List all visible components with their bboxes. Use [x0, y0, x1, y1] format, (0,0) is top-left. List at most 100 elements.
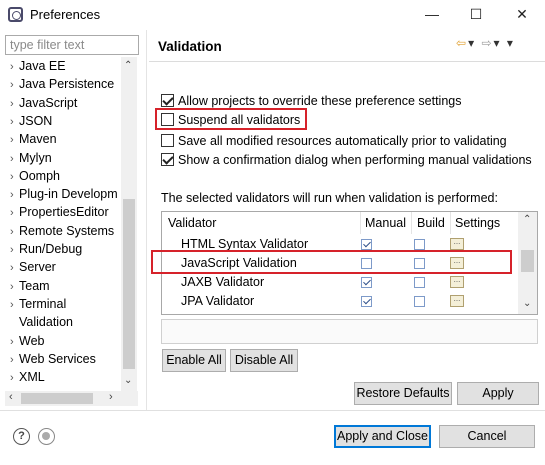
oomph-record-icon[interactable] — [38, 428, 55, 445]
save-resources-checkbox[interactable] — [161, 134, 174, 147]
tree-item-validation[interactable]: Validation — [5, 313, 125, 331]
tree-item-maven[interactable]: › Maven — [5, 130, 125, 148]
expand-chevron-icon[interactable]: › — [5, 186, 19, 203]
tree-item-javascript[interactable]: › JavaScript — [5, 94, 125, 112]
tree-item-label: Remote Systems — [19, 223, 115, 238]
eclipse-app-icon — [8, 7, 23, 22]
settings-button[interactable]: ... — [450, 238, 464, 250]
validator-name: JPA Validator — [181, 294, 255, 308]
tree-item-label: Server — [19, 260, 56, 275]
column-build[interactable]: Build — [417, 216, 445, 230]
apply-and-close-button[interactable]: Apply and Close — [334, 425, 431, 448]
expand-chevron-icon[interactable]: › — [5, 113, 19, 130]
close-button[interactable]: ✕ — [500, 2, 544, 26]
cancel-button[interactable]: Cancel — [439, 425, 535, 448]
expand-chevron-icon[interactable]: › — [5, 168, 19, 185]
tree-item-label: PropertiesEditor — [19, 205, 109, 220]
tree-item-label: JSON — [19, 113, 53, 128]
tree-item-xml[interactable]: › XML — [5, 368, 125, 386]
table-row[interactable]: JPA Validator ... — [162, 292, 518, 311]
tree-hscroll-thumb[interactable] — [21, 393, 93, 404]
forward-menu-icon[interactable]: ▾ — [494, 36, 502, 50]
tree-item-label: Web — [19, 333, 45, 348]
apply-button[interactable]: Apply — [457, 382, 539, 405]
tree-vertical-scrollbar[interactable]: ⌃ ⌄ — [121, 57, 137, 391]
tree-item-java-persistence[interactable]: › Java Persistence — [5, 75, 125, 93]
tree-scroll-thumb[interactable] — [123, 199, 135, 369]
scroll-left-icon[interactable]: ‹ — [9, 391, 13, 403]
scroll-right-icon[interactable]: › — [109, 391, 113, 403]
build-checkbox[interactable] — [414, 239, 425, 250]
column-validator[interactable]: Validator — [168, 216, 216, 230]
expand-chevron-icon[interactable]: › — [5, 76, 19, 93]
tree-item-server[interactable]: › Server — [5, 258, 125, 276]
manual-checkbox[interactable] — [361, 239, 372, 250]
tree-item-web[interactable]: › Web — [5, 332, 125, 350]
tree-item-oomph[interactable]: › Oomph — [5, 167, 125, 185]
manual-checkbox[interactable] — [361, 277, 372, 288]
build-checkbox[interactable] — [414, 296, 425, 307]
tree-item-label: Validation — [19, 315, 73, 330]
help-icon[interactable]: ? — [13, 428, 30, 445]
expand-chevron-icon[interactable]: › — [5, 241, 19, 258]
build-checkbox[interactable] — [414, 277, 425, 288]
tree-item-label: JavaScript — [19, 95, 78, 110]
sash-divider[interactable] — [146, 30, 147, 410]
tree-horizontal-scrollbar[interactable]: ‹ › — [5, 391, 138, 406]
table-row[interactable]: JAXB Validator ... — [162, 273, 518, 292]
expand-chevron-icon[interactable]: › — [5, 259, 19, 276]
tree-item-run-debug[interactable]: › Run/Debug — [5, 240, 125, 258]
manual-checkbox[interactable] — [361, 296, 372, 307]
scroll-down-icon[interactable]: ⌄ — [124, 375, 132, 386]
column-settings[interactable]: Settings — [455, 216, 500, 230]
tree-item-remote-systems[interactable]: › Remote Systems — [5, 222, 125, 240]
enable-all-button[interactable]: Enable All — [162, 349, 226, 372]
column-manual[interactable]: Manual — [365, 216, 406, 230]
tree-item-plug-in-developm[interactable]: › Plug-in Developm — [5, 185, 125, 203]
scroll-down-icon[interactable]: ⌄ — [523, 298, 531, 309]
tree-item-propertieseditor[interactable]: › PropertiesEditor — [5, 203, 125, 221]
tree-item-team[interactable]: › Team — [5, 277, 125, 295]
validator-description-box — [161, 319, 538, 344]
minimize-button[interactable]: — — [410, 2, 454, 26]
forward-arrow-icon[interactable]: ⇨ — [481, 36, 493, 50]
tree-item-json[interactable]: › JSON — [5, 112, 125, 130]
table-scroll-thumb[interactable] — [521, 250, 534, 272]
restore-defaults-button[interactable]: Restore Defaults — [354, 382, 452, 405]
allow-override-checkbox[interactable] — [161, 94, 174, 107]
expand-chevron-icon[interactable]: › — [5, 296, 19, 313]
scroll-up-icon[interactable]: ⌃ — [523, 214, 531, 225]
expand-chevron-icon[interactable]: › — [5, 58, 19, 75]
view-menu-icon[interactable]: ▾ — [507, 36, 515, 50]
tree-item-java-ee[interactable]: › Java EE — [5, 57, 125, 75]
settings-button[interactable]: ... — [450, 276, 464, 288]
expand-chevron-icon[interactable]: › — [5, 369, 19, 386]
settings-button[interactable]: ... — [450, 295, 464, 307]
tree-item-web-services[interactable]: › Web Services — [5, 350, 125, 368]
filter-input[interactable]: type filter text — [5, 35, 139, 55]
expand-chevron-icon[interactable]: › — [5, 223, 19, 240]
tree-item-label: Terminal — [19, 296, 67, 311]
expand-chevron-icon[interactable]: › — [5, 150, 19, 167]
expand-chevron-icon[interactable]: › — [5, 333, 19, 350]
highlight-javascript-row-box — [151, 250, 512, 274]
confirm-dialog-option[interactable]: Show a confirmation dialog when performi… — [161, 151, 532, 169]
table-scrollbar[interactable]: ⌃ ⌄ — [518, 212, 537, 314]
expand-chevron-icon[interactable]: › — [5, 95, 19, 112]
tree-item-mylyn[interactable]: › Mylyn — [5, 149, 125, 167]
validator-name: JAXB Validator — [181, 275, 265, 289]
confirm-dialog-checkbox[interactable] — [161, 153, 174, 166]
scroll-up-icon[interactable]: ⌃ — [124, 60, 132, 71]
page-nav: ⇦▾ ⇨▾ ▾ — [456, 36, 515, 50]
disable-all-button[interactable]: Disable All — [230, 349, 298, 372]
expand-chevron-icon[interactable]: › — [5, 351, 19, 368]
tree-item-terminal[interactable]: › Terminal — [5, 295, 125, 313]
expand-chevron-icon[interactable]: › — [5, 278, 19, 295]
expand-chevron-icon[interactable]: › — [5, 204, 19, 221]
expand-chevron-icon[interactable]: › — [5, 131, 19, 148]
tree-item-label: Team — [19, 278, 50, 293]
maximize-button[interactable]: ☐ — [454, 2, 498, 26]
back-arrow-icon[interactable]: ⇦ — [456, 36, 468, 50]
save-resources-option[interactable]: Save all modified resources automaticall… — [161, 132, 507, 150]
back-menu-icon[interactable]: ▾ — [468, 36, 476, 50]
